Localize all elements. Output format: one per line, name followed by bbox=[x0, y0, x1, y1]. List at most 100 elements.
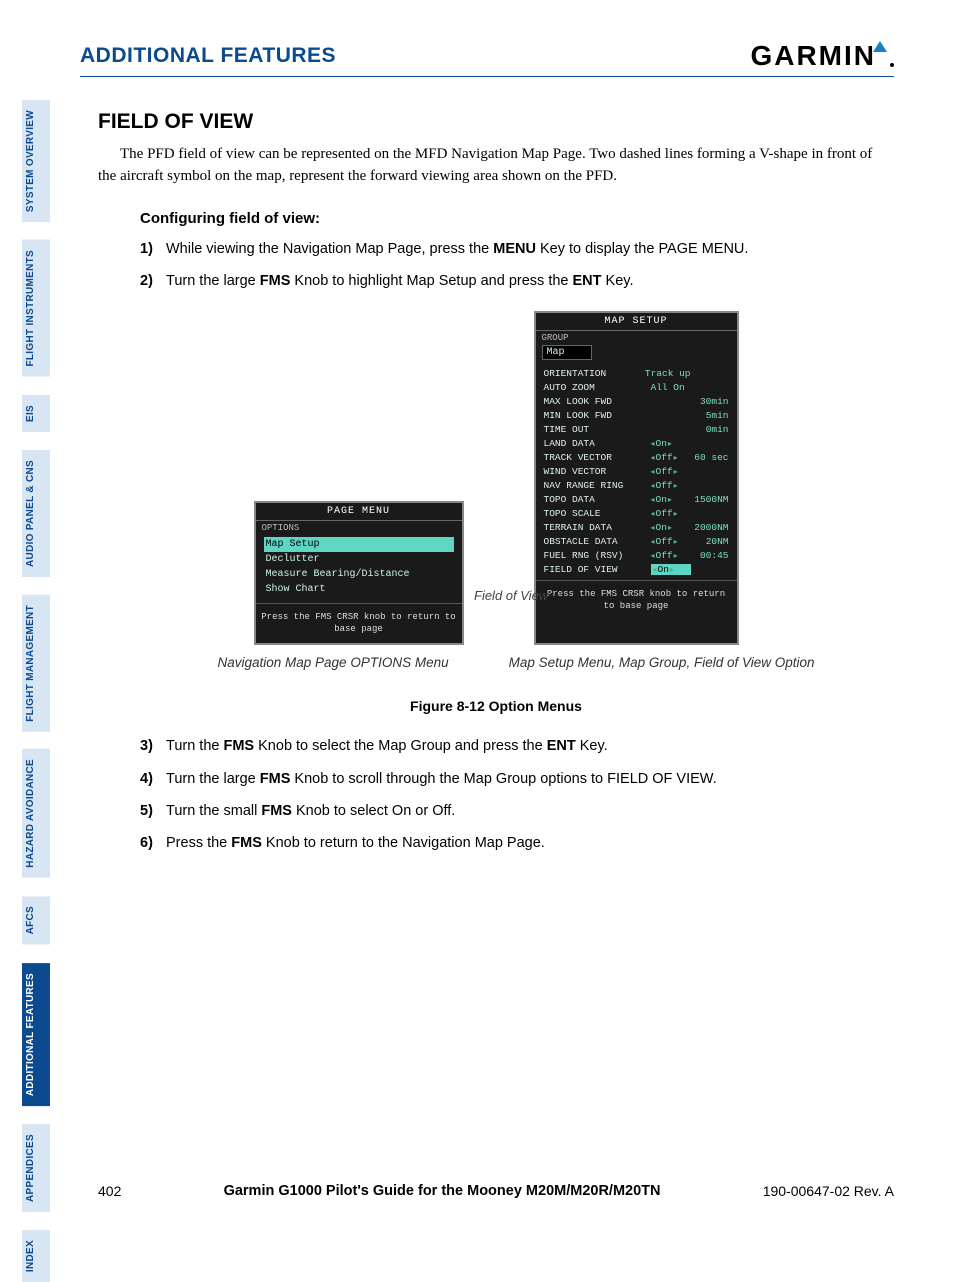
setup-row[interactable]: TOPO SCALEOff bbox=[544, 506, 729, 520]
procedure-title: Configuring field of view: bbox=[140, 210, 894, 227]
step: 1)While viewing the Navigation Map Page,… bbox=[140, 239, 894, 259]
step-text: Turn the small FMS Knob to select On or … bbox=[166, 801, 455, 821]
map-setup-panel: MAP SETUP GROUP Map ORIENTATIONTrack upA… bbox=[534, 311, 739, 645]
setup-value: Off bbox=[651, 452, 691, 463]
figure-area: PAGE MENU OPTIONS Map SetupDeclutterMeas… bbox=[98, 311, 894, 645]
setup-value: All On bbox=[651, 382, 691, 393]
tab-hazard-avoidance[interactable]: HAZARD AVOIDANCE bbox=[22, 749, 50, 878]
step-text: While viewing the Navigation Map Page, p… bbox=[166, 239, 748, 259]
step-number: 5) bbox=[140, 801, 166, 821]
setup-row[interactable]: FIELD OF VIEWOn bbox=[544, 562, 729, 576]
setup-label: LAND DATA bbox=[544, 438, 651, 449]
tab-afcs[interactable]: AFCS bbox=[22, 896, 50, 944]
page-number: 402 bbox=[98, 1183, 121, 1199]
step-text: Turn the large FMS Knob to highlight Map… bbox=[166, 271, 633, 291]
setup-row[interactable]: WIND VECTOROff bbox=[544, 464, 729, 478]
page-footer: 402 Garmin G1000 Pilot's Guide for the M… bbox=[98, 1183, 894, 1199]
setup-value: On bbox=[651, 564, 691, 575]
tab-additional-features[interactable]: ADDITIONAL FEATURES bbox=[22, 963, 50, 1106]
section-body: The PFD field of view can be represented… bbox=[98, 144, 894, 188]
section-title: FIELD OF VIEW bbox=[98, 110, 894, 134]
setup-value: On bbox=[651, 494, 691, 505]
map-setup-footer: Press the FMS CRSR knob to return to bas… bbox=[536, 580, 737, 620]
setup-label: TOPO DATA bbox=[544, 494, 651, 505]
setup-label: TRACK VECTOR bbox=[544, 452, 651, 463]
setup-value: Off bbox=[651, 550, 691, 561]
side-tabs: SYSTEM OVERVIEW FLIGHT INSTRUMENTS EIS A… bbox=[22, 100, 50, 1282]
setup-row[interactable]: NAV RANGE RINGOff bbox=[544, 478, 729, 492]
footer-docid: 190-00647-02 Rev. A bbox=[763, 1183, 894, 1199]
steps-group-b: 3)Turn the FMS Knob to select the Map Gr… bbox=[140, 736, 894, 853]
setup-value2: 20NM bbox=[691, 536, 729, 547]
step: 2)Turn the large FMS Knob to highlight M… bbox=[140, 271, 894, 291]
setup-value2: 00:45 bbox=[691, 550, 729, 561]
map-setup-rows: ORIENTATIONTrack upAUTO ZOOMAll On MAX L… bbox=[536, 366, 737, 580]
setup-value2: 2000NM bbox=[691, 522, 729, 533]
tab-system-overview[interactable]: SYSTEM OVERVIEW bbox=[22, 100, 50, 222]
page-menu-footer: Press the FMS CRSR knob to return to bas… bbox=[256, 603, 462, 643]
setup-row[interactable]: TIME OUT 0min bbox=[544, 422, 729, 436]
setup-row[interactable]: MAX LOOK FWD 30min bbox=[544, 394, 729, 408]
step: 3)Turn the FMS Knob to select the Map Gr… bbox=[140, 736, 894, 756]
steps-group-a: 1)While viewing the Navigation Map Page,… bbox=[140, 239, 894, 292]
setup-row[interactable]: MIN LOOK FWD5min bbox=[544, 408, 729, 422]
logo-dot-icon bbox=[890, 63, 894, 67]
setup-row[interactable]: AUTO ZOOMAll On bbox=[544, 380, 729, 394]
setup-value: On bbox=[651, 438, 691, 449]
field-of-view-callout: Field of View bbox=[474, 589, 548, 603]
logo-triangle-icon bbox=[873, 41, 887, 52]
setup-label: NAV RANGE RING bbox=[544, 480, 651, 491]
page-header: ADDITIONAL FEATURES GARMIN bbox=[80, 40, 894, 77]
setup-value: Off bbox=[651, 508, 691, 519]
tab-flight-management[interactable]: FLIGHT MANAGEMENT bbox=[22, 595, 50, 732]
step: 6)Press the FMS Knob to return to the Na… bbox=[140, 833, 894, 853]
header-title: ADDITIONAL FEATURES bbox=[80, 44, 336, 68]
menu-option[interactable]: Map Setup bbox=[264, 537, 454, 552]
tab-index[interactable]: INDEX bbox=[22, 1230, 50, 1282]
setup-label: MAX LOOK FWD bbox=[544, 396, 651, 407]
step-number: 3) bbox=[140, 736, 166, 756]
tab-audio-panel[interactable]: AUDIO PANEL & CNS bbox=[22, 450, 50, 577]
map-setup-group-dropdown[interactable]: Map bbox=[542, 345, 592, 360]
setup-value2: 30min bbox=[691, 396, 729, 407]
setup-row[interactable]: TRACK VECTOROff60 sec bbox=[544, 450, 729, 464]
setup-label: MIN LOOK FWD bbox=[544, 410, 651, 421]
setup-label: TIME OUT bbox=[544, 424, 651, 435]
page-menu-panel: PAGE MENU OPTIONS Map SetupDeclutterMeas… bbox=[254, 501, 464, 645]
setup-label: FUEL RNG (RSV) bbox=[544, 550, 651, 561]
setup-value2: 60 sec bbox=[691, 452, 729, 463]
setup-row[interactable]: LAND DATAOn bbox=[544, 436, 729, 450]
step-number: 2) bbox=[140, 271, 166, 291]
setup-label: ORIENTATION bbox=[544, 368, 645, 379]
setup-row[interactable]: OBSTACLE DATAOff20NM bbox=[544, 534, 729, 548]
garmin-logo: GARMIN bbox=[750, 40, 894, 72]
setup-row[interactable]: ORIENTATIONTrack up bbox=[544, 366, 729, 380]
figure-title: Figure 8-12 Option Menus bbox=[98, 698, 894, 714]
caption-right: Map Setup Menu, Map Group, Field of View… bbox=[509, 655, 815, 670]
footer-title: Garmin G1000 Pilot's Guide for the Moone… bbox=[224, 1183, 661, 1199]
tab-eis[interactable]: EIS bbox=[22, 395, 50, 432]
setup-value2: 0min bbox=[691, 424, 729, 435]
tab-flight-instruments[interactable]: FLIGHT INSTRUMENTS bbox=[22, 240, 50, 377]
caption-left: Navigation Map Page OPTIONS Menu bbox=[217, 655, 448, 670]
setup-row[interactable]: TERRAIN DATAOn2000NM bbox=[544, 520, 729, 534]
setup-value: On bbox=[651, 522, 691, 533]
map-setup-group-label: GROUP bbox=[536, 331, 737, 343]
map-setup-title: MAP SETUP bbox=[536, 313, 737, 331]
setup-value: Track up bbox=[645, 368, 691, 379]
setup-label: WIND VECTOR bbox=[544, 466, 651, 477]
step-text: Turn the large FMS Knob to scroll throug… bbox=[166, 769, 717, 789]
menu-option[interactable]: Measure Bearing/Distance bbox=[264, 567, 454, 582]
setup-value2: 1500NM bbox=[691, 494, 729, 505]
content-area: FIELD OF VIEW The PFD field of view can … bbox=[98, 110, 894, 866]
setup-label: FIELD OF VIEW bbox=[544, 564, 651, 575]
menu-option[interactable]: Show Chart bbox=[264, 582, 454, 597]
tab-appendices[interactable]: APPENDICES bbox=[22, 1124, 50, 1212]
step-number: 4) bbox=[140, 769, 166, 789]
menu-option[interactable]: Declutter bbox=[264, 552, 454, 567]
setup-label: OBSTACLE DATA bbox=[544, 536, 651, 547]
step-number: 6) bbox=[140, 833, 166, 853]
setup-row[interactable]: TOPO DATAOn1500NM bbox=[544, 492, 729, 506]
setup-row[interactable]: FUEL RNG (RSV)Off00:45 bbox=[544, 548, 729, 562]
setup-value: Off bbox=[651, 480, 691, 491]
